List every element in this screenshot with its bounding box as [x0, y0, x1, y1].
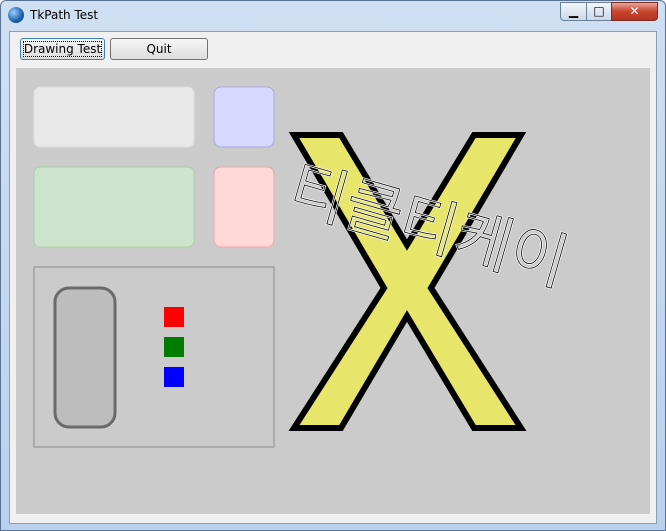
app-icon [8, 7, 24, 23]
application-window: TkPath Test ▁ □ ✕ Drawing Test Quit 티클티케… [0, 0, 666, 531]
drawing-canvas[interactable]: 티클티케이 티클티케이 X [16, 68, 650, 514]
big-x-label: X [16, 68, 17, 69]
client-area: Drawing Test Quit 티클티케이 티클티케이 X [9, 31, 657, 524]
quit-button[interactable]: Quit [110, 38, 208, 60]
maximize-icon: □ [593, 4, 605, 18]
gray-rounded-rect [33, 86, 195, 148]
title-bar[interactable]: TkPath Test ▁ □ ✕ [1, 1, 665, 31]
close-icon: ✕ [629, 4, 640, 18]
close-button[interactable]: ✕ [611, 2, 658, 21]
pink-rounded-rect [213, 166, 275, 248]
blue-square [164, 367, 184, 387]
minimize-icon: ▁ [568, 4, 579, 18]
gray-pill-shape [53, 286, 117, 429]
red-square [164, 307, 184, 327]
canvas-drawing: 티클티케이 티클티케이 X [16, 68, 577, 448]
green-rounded-rect [33, 166, 195, 248]
maximize-button[interactable]: □ [586, 2, 612, 21]
drawing-test-button[interactable]: Drawing Test [20, 38, 105, 60]
blue-rounded-rect [213, 86, 275, 148]
green-square [164, 337, 184, 357]
window-title: TkPath Test [30, 8, 99, 22]
minimize-button[interactable]: ▁ [560, 2, 587, 21]
